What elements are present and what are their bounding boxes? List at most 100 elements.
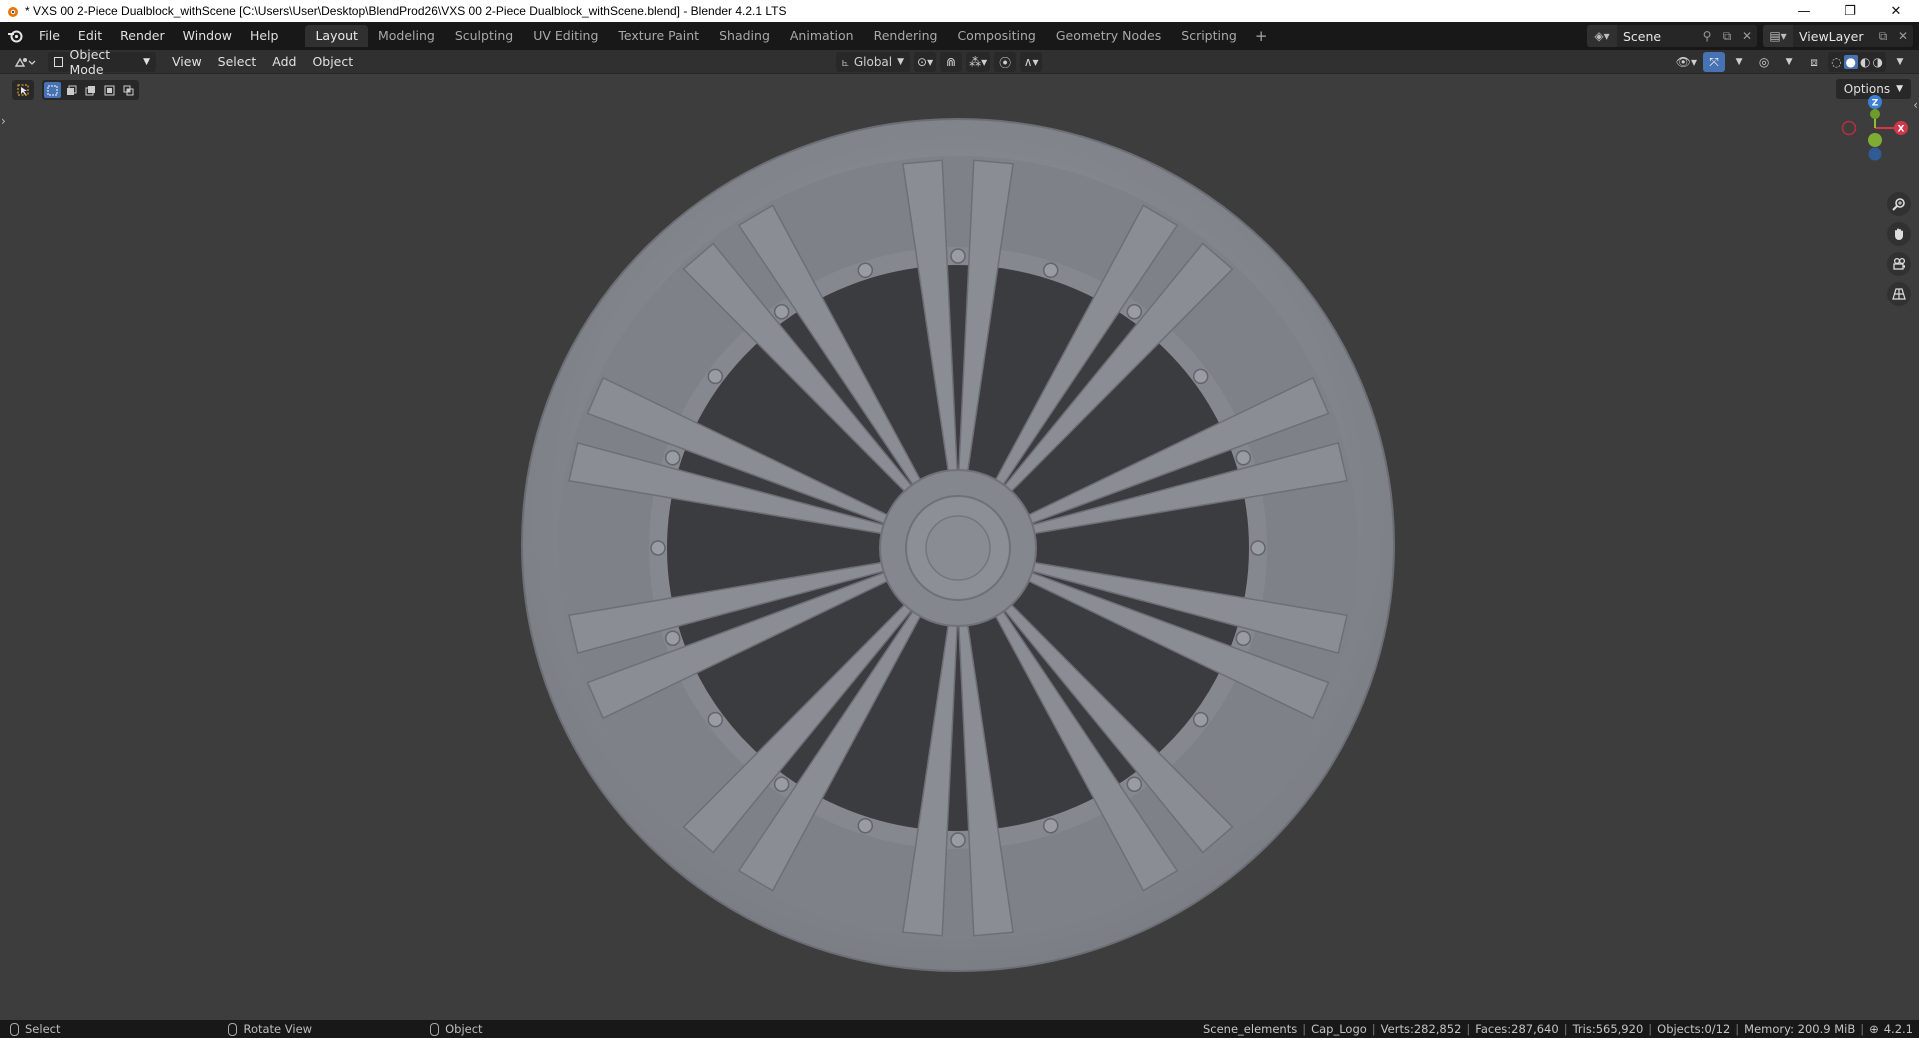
select-extend-icon[interactable] — [63, 82, 80, 98]
falloff-dropdown[interactable]: ∧▾ — [1020, 52, 1043, 72]
view-layer-selector[interactable]: ▤▾ ViewLayer ⧉ ✕ — [1763, 25, 1913, 47]
chevron-down-icon: ▼ — [1896, 57, 1904, 67]
tab-animation[interactable]: Animation — [780, 25, 864, 47]
tab-modeling[interactable]: Modeling — [368, 25, 445, 47]
menu-view[interactable]: View — [164, 52, 210, 72]
tab-compositing[interactable]: Compositing — [947, 25, 1045, 47]
neg-z-axis-handle[interactable] — [1868, 147, 1882, 161]
x-axis-label: X — [1898, 125, 1905, 135]
editor-type-button[interactable] — [8, 52, 42, 72]
overlay-toggle[interactable]: ◎ — [1753, 52, 1775, 72]
toolbar-expand-icon[interactable]: › — [1, 114, 6, 128]
snap-grid-icon: ⁂▾ — [969, 55, 988, 69]
topbar: File Edit Render Window Help Layout Mode… — [0, 22, 1919, 50]
navigation-gizmo[interactable]: Z X — [1829, 90, 1919, 170]
stat-objects: Objects:0/12 — [1657, 1022, 1731, 1036]
eye-icon: 👁▾ — [1675, 55, 1698, 69]
neg-x-axis-handle[interactable] — [1841, 120, 1857, 136]
select-tool-button[interactable] — [12, 80, 34, 100]
rim-bolt — [1235, 630, 1252, 646]
rim-bolt — [1192, 711, 1209, 728]
transform-tools: ⦜ Global ▼ ⊙▾ ⋒ ⁂▾ ⦿ ∧▾ — [836, 52, 1043, 72]
visibility-dropdown[interactable]: 👁▾ — [1673, 52, 1700, 72]
cap-logo[interactable] — [925, 515, 991, 581]
menu-file[interactable]: File — [30, 25, 69, 47]
gizmo-toggle[interactable]: ⤧ — [1703, 52, 1726, 72]
pivot-point-dropdown[interactable]: ⊙▾ — [914, 52, 937, 72]
rim-bolt — [1042, 262, 1059, 279]
rendered-shading-icon[interactable]: ◑ — [1873, 55, 1883, 69]
xray-icon: ⧈ — [1810, 54, 1818, 69]
minimize-button[interactable]: — — [1781, 0, 1827, 22]
cursor-icon — [17, 84, 29, 96]
menu-edit[interactable]: Edit — [69, 25, 111, 47]
stat-faces: Faces:287,640 — [1475, 1022, 1559, 1036]
solid-shading-icon[interactable]: ● — [1843, 55, 1859, 69]
stat-memory: Memory: 200.9 MiB — [1744, 1022, 1856, 1036]
select-subtract-icon[interactable] — [82, 82, 99, 98]
zoom-icon[interactable] — [1887, 192, 1911, 216]
rim-bolt — [707, 711, 724, 728]
orientation-dropdown[interactable]: ⦜ Global ▼ — [836, 52, 911, 72]
snap-toggle[interactable]: ⋒ — [940, 52, 963, 72]
select-invert-icon[interactable] — [101, 82, 118, 98]
tab-layout[interactable]: Layout — [305, 25, 368, 47]
separator: | — [1371, 1022, 1376, 1036]
tab-shading[interactable]: Shading — [709, 25, 780, 47]
menu-object[interactable]: Object — [304, 52, 361, 72]
hint-select: Select — [10, 1022, 60, 1036]
camera-view-icon[interactable] — [1887, 252, 1911, 276]
xray-toggle[interactable]: ⧈ — [1803, 52, 1825, 72]
neg-y-axis-handle[interactable] — [1868, 133, 1882, 147]
new-view-layer-icon[interactable]: ⧉ — [1873, 29, 1893, 44]
menu-window[interactable]: Window — [174, 25, 241, 47]
pin-icon[interactable]: ⚲ — [1697, 29, 1717, 43]
statusbar: Select Rotate View Object Scene_elements… — [0, 1020, 1919, 1038]
tab-uv-editing[interactable]: UV Editing — [523, 25, 608, 47]
tab-texture-paint[interactable]: Texture Paint — [608, 25, 709, 47]
tab-sculpting[interactable]: Sculpting — [445, 25, 523, 47]
new-scene-icon[interactable]: ⧉ — [1717, 29, 1737, 44]
delete-view-layer-icon[interactable]: ✕ — [1893, 29, 1913, 43]
maximize-button[interactable]: ❐ — [1827, 0, 1873, 22]
material-shading-icon[interactable]: ◐ — [1860, 55, 1870, 69]
wireframe-shading-icon[interactable]: ◌ — [1831, 55, 1841, 69]
stat-object: Cap_Logo — [1311, 1022, 1367, 1036]
snap-target-dropdown[interactable]: ⁂▾ — [966, 52, 991, 72]
scene-selector[interactable]: ◈▾ Scene ⚲ ⧉ ✕ — [1587, 25, 1757, 47]
tab-scripting[interactable]: Scripting — [1171, 25, 1247, 47]
menu-select[interactable]: Select — [210, 52, 265, 72]
delete-scene-icon[interactable]: ✕ — [1737, 29, 1757, 43]
gizmo-dropdown[interactable]: ▼ — [1728, 52, 1750, 72]
proportional-icon: ⦿ — [999, 55, 1012, 70]
wheel-model[interactable] — [0, 74, 1919, 1020]
3d-viewport[interactable]: Options ▼ › ‹ Z X — [0, 74, 1919, 1020]
add-workspace-button[interactable]: + — [1247, 25, 1276, 47]
rim-bolt — [950, 248, 966, 264]
tab-rendering[interactable]: Rendering — [864, 25, 948, 47]
select-intersect-icon[interactable] — [120, 82, 137, 98]
rim-bolt — [664, 630, 681, 646]
object-mode-icon — [54, 56, 64, 67]
close-button[interactable]: ✕ — [1873, 0, 1919, 22]
orientation-label: Global — [853, 55, 893, 69]
view-layer-name[interactable]: ViewLayer — [1793, 29, 1873, 44]
menu-render[interactable]: Render — [111, 25, 174, 47]
select-new-icon[interactable] — [44, 82, 61, 98]
pan-hand-icon[interactable] — [1887, 222, 1911, 246]
proportional-edit-toggle[interactable]: ⦿ — [994, 52, 1017, 72]
y-axis-handle[interactable] — [1870, 109, 1880, 119]
tab-geometry-nodes[interactable]: Geometry Nodes — [1046, 25, 1171, 47]
magnet-icon: ⋒ — [946, 55, 957, 69]
overlay-dropdown[interactable]: ▼ — [1778, 52, 1800, 72]
shading-dropdown[interactable]: ▼ — [1889, 52, 1911, 72]
perspective-grid-icon[interactable] — [1887, 282, 1911, 306]
blender-logo-icon[interactable] — [0, 22, 30, 50]
scene-statistics: Scene_elements | Cap_Logo | Verts:282,852 |… — [1203, 1020, 1913, 1038]
scene-name[interactable]: Scene — [1617, 29, 1697, 44]
menu-add[interactable]: Add — [264, 52, 304, 72]
mouse-right-icon — [430, 1022, 440, 1036]
window-title: * VXS 00 2-Piece Dualblock_withScene [C:… — [25, 4, 787, 18]
menu-help[interactable]: Help — [241, 25, 288, 47]
mode-dropdown[interactable]: Object Mode ▼ — [48, 47, 156, 77]
